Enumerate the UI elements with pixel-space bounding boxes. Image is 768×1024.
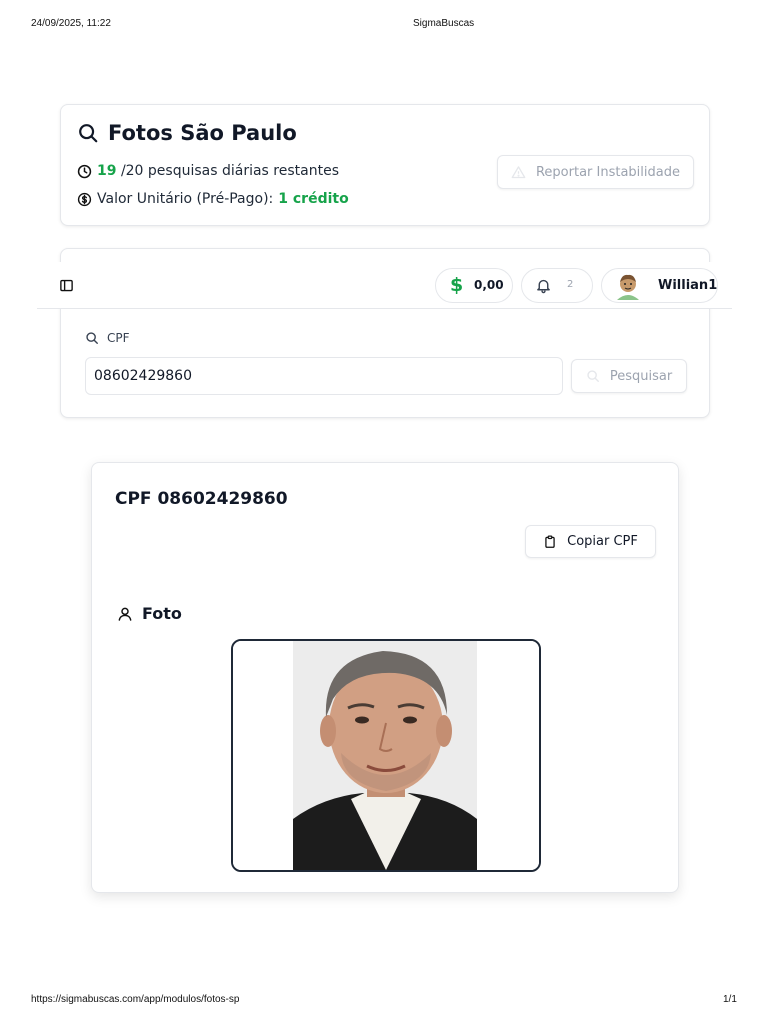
module-title-row: Fotos São Paulo (77, 121, 297, 145)
photo-section-header: Foto (117, 604, 182, 623)
balance-value: 0,00 (474, 278, 504, 292)
report-instability-label: Reportar Instabilidade (535, 164, 680, 180)
balance-pill[interactable]: $ 0,00 (435, 268, 513, 303)
search-button[interactable]: Pesquisar (571, 359, 687, 393)
username: Willian1 (658, 278, 718, 293)
searches-remaining-suffix: /20 pesquisas diárias restantes (120, 163, 339, 179)
bell-icon (537, 279, 550, 294)
top-bar: $ 0,00 2 Willian1 (37, 262, 732, 309)
copy-cpf-label: Copiar CPF (567, 534, 638, 549)
avatar (613, 271, 643, 301)
searches-remaining-row: 19 /20 pesquisas diárias restantes (77, 163, 339, 179)
cpf-field-label-row: CPF (85, 331, 130, 345)
module-info-card: Fotos São Paulo 19 /20 pesquisas diárias… (60, 104, 710, 226)
search-icon (587, 370, 599, 382)
unit-value: 1 crédito (278, 191, 349, 207)
searches-remaining-count: 19 (97, 163, 117, 179)
cpf-field-label: CPF (107, 331, 130, 345)
sidebar-toggle-icon[interactable] (59, 278, 74, 293)
user-menu-pill[interactable]: Willian1 (601, 268, 718, 303)
module-title: Fotos São Paulo (108, 121, 297, 145)
search-button-label: Pesquisar (609, 368, 673, 384)
person-photo (233, 641, 539, 870)
clock-icon (77, 164, 92, 178)
search-icon (86, 332, 98, 344)
print-page-title: SigmaBuscas (413, 18, 475, 29)
warning-icon (511, 165, 526, 178)
result-title: CPF 08602429860 (115, 489, 288, 509)
search-icon (79, 124, 98, 143)
person-photo-frame (231, 639, 541, 872)
report-instability-button[interactable]: Reportar Instabilidade (497, 155, 694, 189)
print-datetime: 24/09/2025, 11:22 (31, 18, 111, 29)
notifications-pill[interactable]: 2 (521, 268, 593, 303)
print-page-number: 1/1 (723, 994, 737, 1005)
unit-value-label: Valor Unitário (Pré-Pago): (97, 191, 274, 207)
clipboard-icon (545, 535, 555, 548)
print-url: https://sigmabuscas.com/app/modulos/foto… (31, 994, 240, 1005)
cpf-input[interactable] (85, 357, 563, 395)
user-icon (118, 607, 132, 621)
photo-section-title: Foto (142, 604, 182, 623)
unit-value-row: Valor Unitário (Pré-Pago): 1 crédito (77, 191, 349, 207)
dollar-icon: $ (450, 274, 464, 296)
copy-cpf-button[interactable]: Copiar CPF (525, 525, 656, 558)
result-card: CPF 08602429860 Copiar CPF Foto (91, 462, 679, 893)
notifications-count: 2 (567, 279, 574, 290)
dollar-circle-icon (77, 192, 92, 206)
